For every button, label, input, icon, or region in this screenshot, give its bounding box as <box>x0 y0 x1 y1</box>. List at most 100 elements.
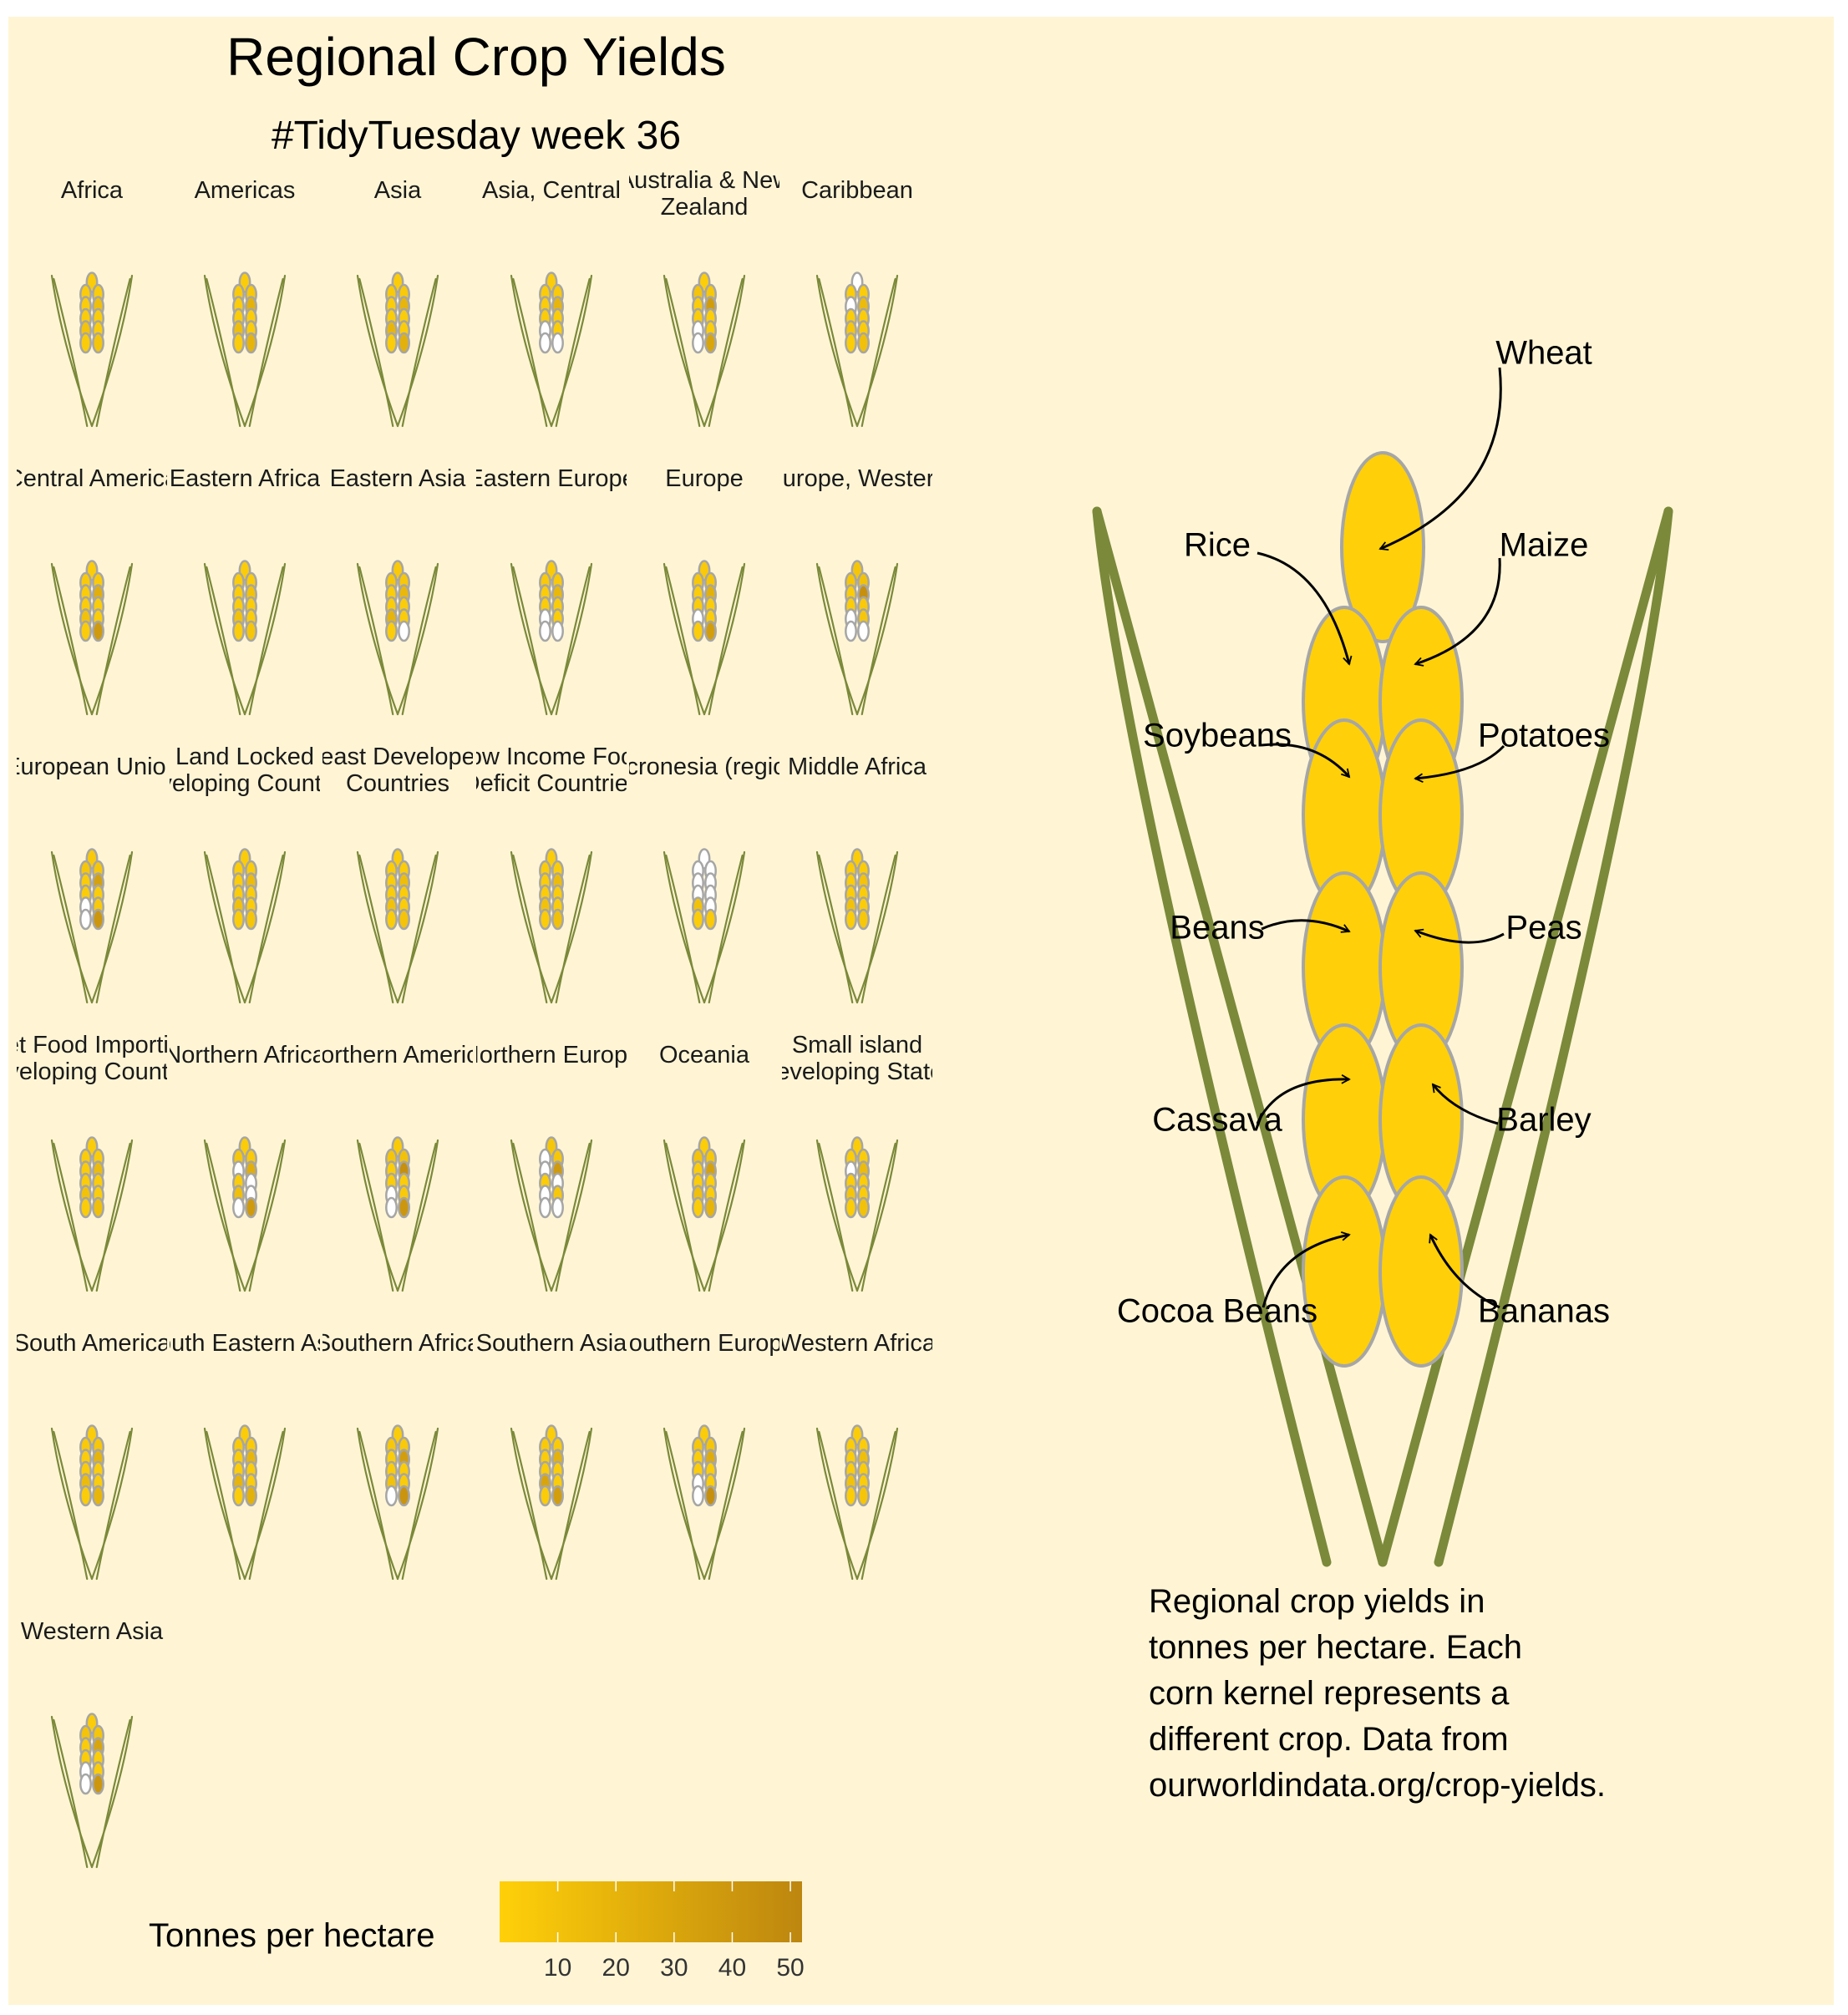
kernel <box>79 620 92 642</box>
facet-label: Middle Africa <box>788 754 927 780</box>
kernel <box>551 1196 564 1219</box>
kernel <box>857 620 870 642</box>
kernel <box>79 1196 92 1219</box>
kernel <box>79 332 92 354</box>
kernel <box>539 1196 551 1219</box>
key-label: Barley <box>1496 1102 1591 1139</box>
kernel <box>245 1196 257 1219</box>
kernel <box>232 908 245 931</box>
kernel <box>704 620 717 642</box>
facet-label: Africa <box>61 177 124 204</box>
kernel <box>551 620 564 642</box>
kernel <box>245 1485 257 1507</box>
kernel <box>245 620 257 642</box>
facet-label: Northern Europe <box>462 1042 641 1068</box>
kernel <box>845 620 857 642</box>
facet-label: Caribbean <box>801 177 913 204</box>
facet-label: Central America <box>6 465 179 492</box>
key-label: Cassava <box>1152 1102 1282 1139</box>
kernel <box>398 332 410 354</box>
kernel <box>385 1196 398 1219</box>
kernel <box>92 620 104 642</box>
kernel <box>245 332 257 354</box>
legend-tick-label: 40 <box>718 1954 746 1982</box>
kernel <box>845 332 857 354</box>
key-label: Peas <box>1505 910 1581 947</box>
kernel <box>232 620 245 642</box>
facet-label: Southern Africa <box>315 1330 481 1357</box>
kernel <box>232 1485 245 1507</box>
facet-label: Micronesia (region) <box>601 754 808 780</box>
facet-label: Australia & New <box>618 167 791 194</box>
facet-label: Northern Africa <box>164 1042 326 1068</box>
facet-label: Southern Europe <box>612 1330 795 1357</box>
facet-label: Small island <box>792 1032 922 1058</box>
chart-subtitle: #TidyTuesday week 36 <box>272 114 681 158</box>
kernel <box>845 1196 857 1219</box>
kernel <box>845 908 857 931</box>
facet-label: Americas <box>195 177 296 204</box>
facet-label: Eastern Europe <box>467 465 636 492</box>
caption-line: corn kernel represents a <box>1149 1675 1510 1712</box>
kernel <box>692 1196 704 1219</box>
kernel <box>79 1485 92 1507</box>
kernel <box>551 332 564 354</box>
kernel <box>692 620 704 642</box>
facet-label: Asia <box>374 177 422 204</box>
kernel <box>845 1485 857 1507</box>
kernel <box>92 1196 104 1219</box>
kernel <box>79 908 92 931</box>
kernel <box>692 908 704 931</box>
kernel <box>704 332 717 354</box>
kernel <box>692 332 704 354</box>
kernel <box>704 908 717 931</box>
kernel <box>245 908 257 931</box>
caption-line: ourworldindata.org/crop-yields. <box>1149 1767 1606 1804</box>
key-label: Soybeans <box>1143 718 1292 754</box>
facet-label: Eastern Asia <box>330 465 467 492</box>
key-label: Bananas <box>1478 1293 1610 1330</box>
kernel <box>92 1773 104 1795</box>
facet-label: Land Locked <box>175 744 314 770</box>
facet-label: Europe <box>665 465 744 492</box>
kernel <box>232 1196 245 1219</box>
caption-line: different crop. Data from <box>1149 1721 1509 1758</box>
kernel <box>857 1196 870 1219</box>
facet-label: South America <box>13 1330 171 1357</box>
kernel <box>704 1485 717 1507</box>
facet-label: Low Income Food <box>455 744 648 770</box>
kernel <box>857 908 870 931</box>
facet-label: European Union <box>4 754 180 780</box>
legend-tick-label: 20 <box>602 1954 630 1982</box>
facet-label: Asia, Central <box>482 177 621 204</box>
key-label: Cocoa Beans <box>1117 1293 1317 1330</box>
kernel <box>92 332 104 354</box>
facet-label: Developing States <box>759 1058 955 1085</box>
facet-label: Least Developed <box>307 744 489 770</box>
kernel <box>92 908 104 931</box>
kernel <box>539 332 551 354</box>
facet-label: Eastern Africa <box>170 465 321 492</box>
kernel <box>1378 1175 1464 1368</box>
kernel <box>857 1485 870 1507</box>
legend-tick-label: 50 <box>776 1954 804 1982</box>
kernel <box>539 1485 551 1507</box>
facet-label: Deficit Countries <box>463 770 641 797</box>
crop-yield-chart: Regional Crop Yields #TidyTuesday week 3… <box>4 17 1834 2005</box>
caption-line: Regional crop yields in <box>1149 1583 1485 1620</box>
key-label: Rice <box>1184 527 1251 564</box>
facet-label: Western Africa <box>779 1330 937 1357</box>
key-label: Potatoes <box>1478 718 1610 754</box>
facet-label: Oceania <box>659 1042 750 1068</box>
kernel <box>385 1485 398 1507</box>
kernel <box>232 332 245 354</box>
facet-label: South Eastern Asia <box>142 1330 349 1357</box>
facet-label: Countries <box>346 770 449 797</box>
kernel <box>539 908 551 931</box>
kernel <box>857 332 870 354</box>
kernel <box>704 1196 717 1219</box>
kernel <box>692 1485 704 1507</box>
key-label: Maize <box>1500 527 1589 564</box>
kernel <box>398 1196 410 1219</box>
kernel <box>385 332 398 354</box>
